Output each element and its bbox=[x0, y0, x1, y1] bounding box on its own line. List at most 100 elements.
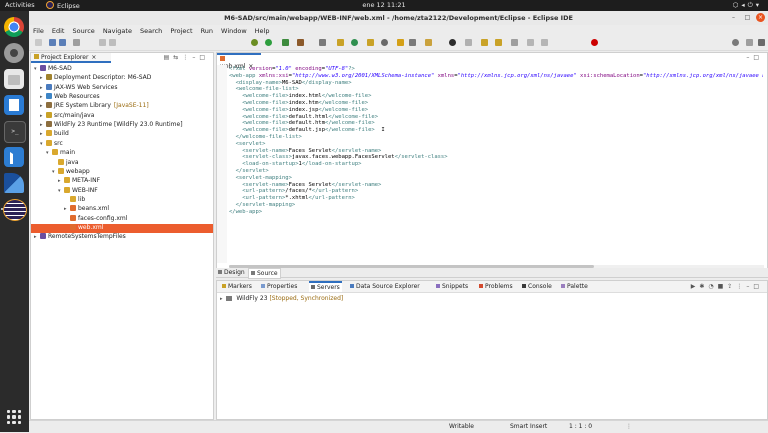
new-server-icon[interactable] bbox=[319, 39, 326, 46]
bottom-tab-servers[interactable]: Servers bbox=[309, 281, 342, 292]
writer-icon[interactable] bbox=[4, 95, 24, 115]
tree-item-web-xml[interactable]: web.xml bbox=[31, 223, 213, 233]
menu-run[interactable]: Run bbox=[197, 25, 217, 35]
settings-icon[interactable] bbox=[4, 43, 24, 63]
tree-item-jre-system-library[interactable]: ▸ JRE System Library [JavaSE-11] bbox=[40, 102, 149, 111]
tree-item-web-resources[interactable]: ▸ Web Resources bbox=[40, 93, 100, 102]
tree-item-jax-ws-web-services[interactable]: ▸ JAX-WS Web Services bbox=[40, 83, 117, 93]
bottom-tab-properties[interactable]: Properties bbox=[259, 282, 299, 291]
run-icon[interactable] bbox=[265, 39, 272, 46]
maximize-view-icon[interactable]: □ bbox=[199, 54, 209, 61]
tree-item-meta-inf[interactable]: ▸ META-INF bbox=[58, 177, 100, 186]
eclipse-icon[interactable] bbox=[3, 199, 27, 221]
annotation-next-icon[interactable] bbox=[397, 39, 404, 46]
source-tab[interactable]: Source bbox=[248, 268, 281, 279]
java-ee-perspective-icon[interactable] bbox=[758, 39, 765, 46]
close-button[interactable]: × bbox=[756, 13, 765, 22]
bottom-tab-console[interactable]: Console bbox=[520, 282, 554, 291]
tree-item-faces-config-xml[interactable]: faces-config.xml bbox=[64, 214, 127, 224]
bottom-tab-markers[interactable]: Markers bbox=[220, 282, 254, 291]
tree-item-deployment-descriptor-m6-sad[interactable]: ▸ Deployment Descriptor: M6-SAD bbox=[40, 74, 151, 83]
last-edit-location-icon[interactable] bbox=[511, 39, 518, 46]
tree-item-webapp[interactable]: ▾ webapp bbox=[52, 167, 90, 177]
tree-item-src-main-java[interactable]: ▸ src/main/java bbox=[40, 111, 94, 121]
tree-item-m6-sad[interactable]: ▾ M6-SAD bbox=[34, 65, 72, 74]
menu-window[interactable]: Window bbox=[217, 25, 251, 35]
open-perspective-icon[interactable] bbox=[746, 39, 753, 46]
profile-server-icon[interactable]: ◔ bbox=[708, 283, 717, 290]
tree-item-main[interactable]: ▾ main bbox=[46, 149, 75, 158]
new-java-class-icon[interactable] bbox=[351, 39, 358, 46]
chrome-icon[interactable] bbox=[4, 17, 24, 37]
status-menu-icon[interactable]: ⋮ bbox=[626, 423, 632, 430]
mark-occurrences-icon[interactable] bbox=[425, 39, 432, 46]
previous-annotation-icon[interactable] bbox=[495, 39, 502, 46]
maximize-view-icon[interactable]: □ bbox=[753, 54, 763, 61]
server-row[interactable]: ▸ WildFly 23 [Stopped, Synchronized] bbox=[220, 295, 343, 302]
collapse-all-icon[interactable]: ▤ bbox=[164, 54, 174, 61]
save-icon[interactable] bbox=[49, 39, 56, 46]
system-tray[interactable]: ⬡◂⏻▾ bbox=[733, 1, 762, 10]
project-explorer-tab[interactable]: Project Explorer × bbox=[31, 53, 111, 63]
red-hat-icon[interactable] bbox=[591, 39, 598, 46]
tree-item-src[interactable]: ▾ src bbox=[40, 139, 63, 149]
close-icon[interactable]: × bbox=[91, 54, 96, 61]
tree-item-wildfly-23-runtime-wildfly-23-0-runtime[interactable]: ▸ WildFly 23 Runtime [WildFly 23.0 Runtim… bbox=[40, 121, 183, 130]
new-icon[interactable] bbox=[35, 39, 42, 46]
menu-file[interactable]: File bbox=[29, 25, 48, 35]
bottom-tab-snippets[interactable]: Snippets bbox=[434, 282, 470, 291]
menu-help[interactable]: Help bbox=[251, 25, 274, 35]
tree-item-build[interactable]: ▸ build bbox=[40, 130, 69, 139]
visual-studio-code-icon[interactable] bbox=[4, 147, 24, 167]
coverage-icon[interactable] bbox=[282, 39, 289, 46]
terminal-icon[interactable]: >_ bbox=[4, 121, 26, 143]
view-menu-icon[interactable]: ⋮ bbox=[182, 54, 192, 61]
design-tab[interactable]: Design bbox=[218, 269, 245, 276]
search-icon[interactable] bbox=[381, 39, 388, 46]
menu-search[interactable]: Search bbox=[136, 25, 166, 35]
skip-breakpoints-icon[interactable] bbox=[109, 39, 116, 46]
pin-editor-icon[interactable] bbox=[409, 39, 416, 46]
bottom-tab-data-source-explorer[interactable]: Data Source Explorer bbox=[348, 282, 422, 291]
search-icon-right[interactable] bbox=[732, 39, 739, 46]
bottom-tab-problems[interactable]: Problems bbox=[477, 282, 515, 291]
files-icon[interactable] bbox=[4, 69, 24, 89]
next-annotation-icon[interactable] bbox=[481, 39, 488, 46]
menu-edit[interactable]: Edit bbox=[48, 25, 69, 35]
tree-item-lib[interactable]: lib bbox=[64, 195, 85, 205]
tree-item-beans-xml[interactable]: ▸ beans.xml bbox=[64, 205, 109, 214]
menu-source[interactable]: Source bbox=[68, 25, 98, 35]
stop-server-icon[interactable]: ■ bbox=[718, 283, 728, 290]
maximize-button[interactable]: □ bbox=[743, 13, 752, 22]
forward-icon[interactable] bbox=[541, 39, 548, 46]
block-selection-icon[interactable] bbox=[465, 39, 472, 46]
editor-tab-web-xml[interactable]: web.xml × bbox=[217, 53, 261, 70]
tree-item-remotesystemstempfiles[interactable]: ▸ RemoteSystemsTempFiles bbox=[34, 233, 126, 242]
menu-navigate[interactable]: Navigate bbox=[99, 25, 136, 35]
show-whitespace-icon[interactable] bbox=[449, 39, 456, 46]
save-all-icon[interactable] bbox=[59, 39, 66, 46]
minimize-button[interactable]: – bbox=[729, 13, 738, 22]
tree-item-java[interactable]: java bbox=[52, 158, 79, 168]
wildfly-icon[interactable] bbox=[4, 173, 24, 193]
maximize-view-icon[interactable]: □ bbox=[753, 283, 763, 290]
xml-source-code[interactable]: <?xml version="1.0" encoding="UTF-8"?> <w… bbox=[229, 66, 763, 216]
print-icon[interactable] bbox=[73, 39, 80, 46]
debug-icon[interactable] bbox=[251, 39, 258, 46]
new-java-package-icon[interactable] bbox=[337, 39, 344, 46]
view-menu-icon[interactable]: ⋮ bbox=[736, 283, 746, 290]
external-tools-icon[interactable] bbox=[297, 39, 304, 46]
clock[interactable]: ene 12 11:21 bbox=[0, 1, 768, 9]
back-icon[interactable] bbox=[527, 39, 534, 46]
link-with-editor-icon[interactable]: ⇆ bbox=[173, 54, 182, 61]
tree-item-web-inf[interactable]: ▾ WEB-INF bbox=[58, 186, 98, 196]
bottom-tab-palette[interactable]: Palette bbox=[559, 282, 590, 291]
show-applications-icon[interactable] bbox=[7, 410, 21, 424]
open-type-icon[interactable] bbox=[367, 39, 374, 46]
expand-arrow-icon[interactable]: ▸ bbox=[220, 296, 223, 302]
menu-project[interactable]: Project bbox=[166, 25, 196, 35]
publish-icon[interactable]: ⇪ bbox=[727, 283, 736, 290]
toggle-comment-icon[interactable] bbox=[99, 39, 106, 46]
bottom-tab-label: Problems bbox=[485, 283, 513, 290]
code-viewport[interactable]: <?xml version="1.0" encoding="UTF-8"?> <w… bbox=[229, 66, 763, 262]
